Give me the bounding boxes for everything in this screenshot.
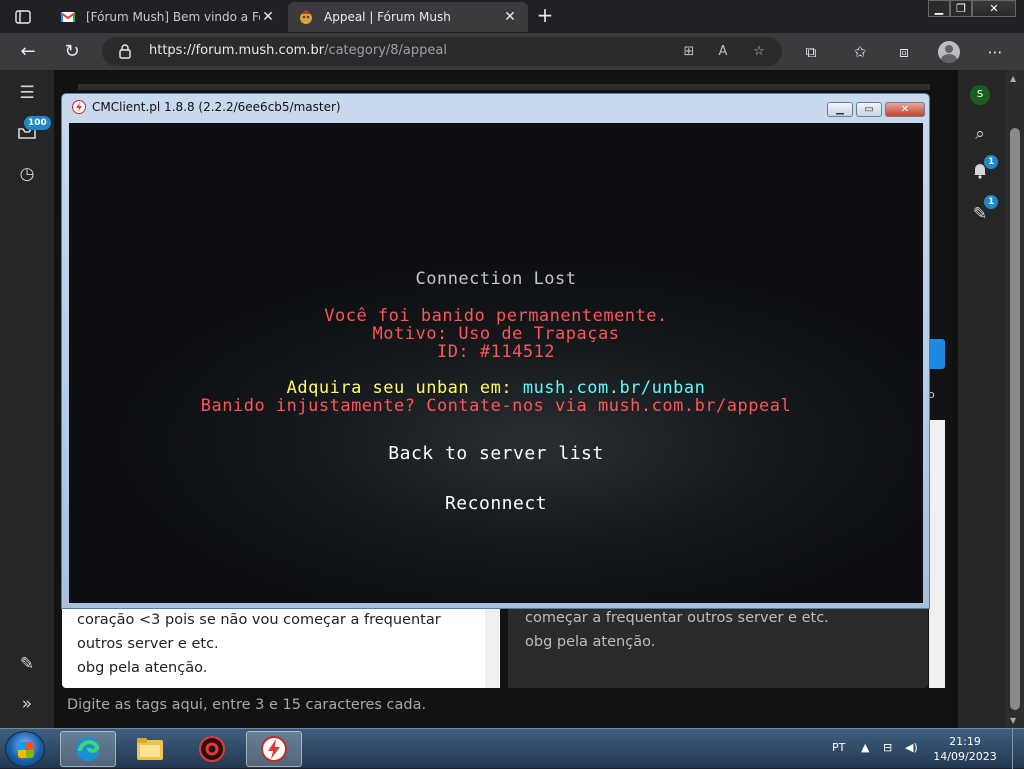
editor-line: outros server e etc.	[77, 636, 219, 652]
profile-avatar[interactable]	[938, 41, 960, 63]
back-to-server-list-button[interactable]: Back to server list	[69, 443, 923, 464]
tab-actions-icon[interactable]	[8, 6, 38, 28]
post-card-top	[78, 84, 930, 90]
folder-icon	[137, 738, 163, 760]
close-tab-icon[interactable]: ✕	[502, 9, 518, 25]
search-icon[interactable]: ⌕	[968, 122, 992, 146]
recent-clock-icon[interactable]: ◷	[15, 162, 39, 186]
windows-logo-icon	[18, 742, 34, 758]
cmclient-bolt-icon	[261, 736, 287, 762]
tab-title: Appeal | Fórum Mush	[324, 10, 451, 24]
taskbar-cmclient-launcher[interactable]	[184, 731, 240, 767]
page-scrollbar[interactable]: ▲ ▼	[1006, 70, 1024, 728]
unread-badge: 100	[24, 116, 51, 130]
game-screen: Connection Lost Você foi banido permanen…	[69, 123, 923, 603]
reload-icon[interactable]: ↻	[59, 39, 85, 65]
start-button[interactable]	[5, 731, 45, 767]
favorites-icon[interactable]: ✩	[849, 41, 871, 63]
ban-message-line: Você foi banido permanentemente.	[324, 306, 668, 326]
tray-arrow-icon[interactable]: ▲	[861, 741, 869, 754]
url-text: https://forum.mush.com.br/category/8/app…	[149, 43, 447, 58]
game-window-controls: ▁ ▭ ✕	[824, 102, 925, 118]
taskbar-cmclient[interactable]	[246, 731, 302, 767]
unban-link: mush.com.br/unban	[522, 378, 706, 398]
ban-id-line: ID: #114512	[436, 342, 556, 362]
preview-line: obg pela atenção.	[525, 634, 656, 650]
editor-line: coração <3 pois se não vou começar a fre…	[77, 612, 441, 628]
volume-icon[interactable]: ◀)	[905, 741, 918, 754]
appeal-line: Banido injustamente? Contate-nos via mus…	[200, 396, 792, 416]
submit-button-edge[interactable]	[929, 339, 945, 369]
game-maximize-button[interactable]: ▭	[856, 102, 882, 117]
add-favorite-icon[interactable]: ☆	[750, 43, 768, 61]
taskbar-edge[interactable]	[60, 731, 116, 767]
url-host: https://forum.mush.com.br	[149, 43, 325, 58]
tab-forum-welcome[interactable]: [Fórum Mush] Bem vindo a Fórum Mush ✕	[50, 2, 286, 32]
notification-count-badge: 1	[984, 155, 999, 169]
reconnect-button[interactable]: Reconnect	[69, 493, 923, 514]
extensions-icon[interactable]: ⧉	[800, 41, 822, 63]
url-path: /category/8/appeal	[324, 43, 447, 58]
expand-sidebar-icon[interactable]: »	[15, 692, 39, 716]
restore-window-button[interactable]: ❐	[950, 0, 972, 17]
game-window-title: CMClient.pl 1.8.8 (2.2.2/6ee6cb5/master)	[72, 100, 341, 114]
tab-appeal[interactable]: Appeal | Fórum Mush ✕	[288, 2, 528, 32]
clock-date: 14/09/2023	[933, 750, 997, 763]
game-minimize-button[interactable]: ▁	[827, 102, 853, 117]
windows-taskbar: PT ▲ ⊟ ◀) 21:19 14/09/2023	[0, 728, 1024, 769]
new-tab-button[interactable]: +	[534, 4, 556, 28]
tags-input[interactable]: Digite as tags aqui, entre 3 e 15 caract…	[67, 697, 426, 713]
lock-icon	[119, 44, 131, 59]
game-window-title-text: CMClient.pl 1.8.8 (2.2.2/6ee6cb5/master)	[92, 100, 341, 114]
back-icon[interactable]: ←	[15, 39, 41, 65]
clock-time: 21:19	[949, 735, 981, 748]
scrollbar-thumb[interactable]	[1010, 128, 1020, 710]
taskbar-explorer[interactable]	[122, 731, 178, 767]
menu-icon[interactable]: ☰	[15, 81, 39, 105]
editor-line: obg pela atenção.	[77, 660, 208, 676]
tab-title: [Fórum Mush] Bem vindo a Fórum Mush	[86, 10, 260, 24]
game-close-button[interactable]: ✕	[885, 102, 925, 117]
app-available-icon[interactable]: ⊞	[680, 43, 698, 61]
mush-favicon-icon	[300, 10, 312, 24]
network-icon[interactable]: ⊟	[883, 741, 892, 754]
launcher-icon	[199, 736, 225, 762]
unban-prefix: Adquira seu unban em:	[286, 378, 523, 398]
system-clock[interactable]: 21:19 14/09/2023	[930, 734, 1000, 764]
editor-scrollbar[interactable]	[485, 600, 499, 688]
user-avatar[interactable]: S	[970, 85, 990, 105]
edge-icon	[76, 737, 100, 761]
browser-tab-strip: [Fórum Mush] Bem vindo a Fórum Mush ✕ Ap…	[0, 0, 1024, 33]
unban-line: Adquira seu unban em: mush.com.br/unban	[69, 378, 923, 398]
preview-scrollbar[interactable]	[929, 420, 945, 688]
scroll-down-icon[interactable]: ▼	[1010, 716, 1016, 725]
ban-reason-line: Motivo: Uso de Trapaças	[372, 324, 620, 344]
language-indicator[interactable]: PT	[832, 741, 845, 754]
show-desktop-button[interactable]	[1012, 729, 1024, 769]
forum-left-sidebar: ☰ 100 ◷ ✎ »	[0, 70, 54, 728]
forum-right-sidebar: S ⌕ 1 ✎ 1	[958, 70, 1006, 728]
post-preview-pane: começar a frequentar outros server e etc…	[508, 600, 928, 688]
close-tab-icon[interactable]: ✕	[260, 9, 276, 25]
post-editor-textarea[interactable]: coração <3 pois se não vou começar a fre…	[62, 600, 500, 688]
cmclient-app-icon	[72, 100, 86, 114]
gmail-icon	[60, 12, 76, 22]
window-controls: ▁ ❐ ✕	[928, 0, 1016, 18]
close-window-button[interactable]: ✕	[972, 0, 1016, 17]
read-aloud-icon[interactable]: A	[714, 43, 732, 61]
preview-line: começar a frequentar outros server e etc…	[525, 610, 829, 626]
minimize-window-button[interactable]: ▁	[928, 0, 950, 17]
more-menu-icon[interactable]: ⋯	[984, 41, 1006, 63]
theme-brush-icon[interactable]: ✎	[15, 652, 39, 676]
compose-count-badge: 1	[984, 195, 999, 209]
collections-icon[interactable]: ⧈	[893, 41, 915, 63]
cmclient-window: CMClient.pl 1.8.8 (2.2.2/6ee6cb5/master)…	[61, 93, 930, 609]
scroll-up-icon[interactable]: ▲	[1010, 74, 1016, 83]
connection-lost-heading: Connection Lost	[415, 269, 577, 289]
browser-toolbar: ← ↻ https://forum.mush.com.br/category/8…	[0, 33, 1024, 70]
address-bar[interactable]: https://forum.mush.com.br/category/8/app…	[102, 37, 782, 66]
